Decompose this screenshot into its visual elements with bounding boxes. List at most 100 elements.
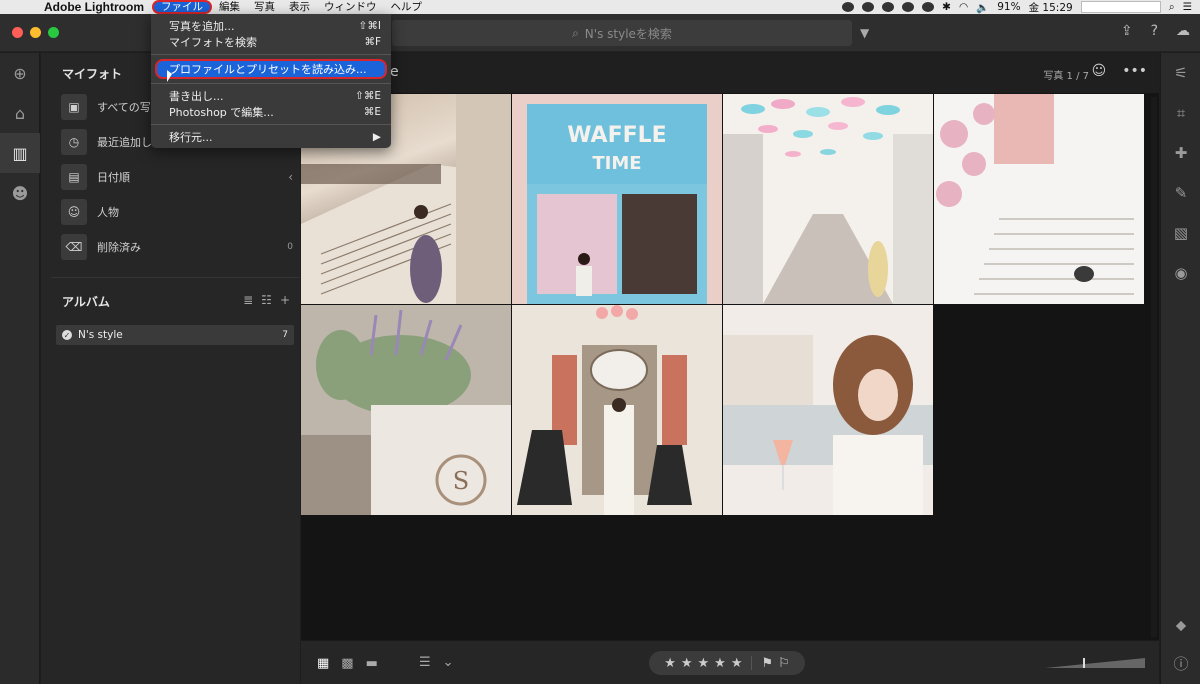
menu-file[interactable]: ファイル (151, 0, 212, 14)
album-tools: ≣ ☷ + (243, 293, 290, 307)
cloud-icon[interactable]: ☁ (1176, 23, 1190, 39)
search-icon: ⌕ (572, 25, 579, 40)
sidebar-item-label: 人物 (97, 206, 119, 219)
menu-item-edit-in-photoshop[interactable]: Photoshop で編集... ⌘E (151, 104, 391, 120)
radial-gradient-icon[interactable]: ◉ (1161, 253, 1200, 293)
minimize-window-button[interactable] (30, 27, 41, 38)
thumbnail-size-slider[interactable] (1045, 658, 1145, 668)
photo-tile-umbrella-street[interactable] (723, 94, 933, 304)
control-center-icon[interactable]: ☰ (1183, 1, 1192, 13)
menu-item-label: 書き出し... (169, 90, 224, 103)
photo-tile-restaurant-facade[interactable] (512, 305, 722, 515)
star-2-icon[interactable]: ★ (681, 656, 693, 671)
info-icon[interactable]: ⓘ (1161, 643, 1200, 683)
help-icon[interactable]: ? (1151, 23, 1158, 39)
trash-icon: ⌫ (61, 234, 87, 260)
spotlight-icon[interactable]: ⌕ (1169, 1, 1175, 14)
photo-tile-waffle-time[interactable]: WAFFLE TIME (512, 94, 722, 304)
photo-tile-lakeside-wine[interactable] (723, 305, 933, 515)
add-photos-icon[interactable]: ⊕ (0, 53, 40, 93)
zoom-window-button[interactable] (48, 27, 59, 38)
menu-separator (151, 54, 391, 55)
menu-item-label: マイフォトを検索 (169, 36, 257, 49)
vpn-icon[interactable] (862, 2, 875, 12)
menu-help[interactable]: ヘルプ (383, 0, 429, 14)
left-rail: ⊕ ⌂ ▥ ☻ (0, 53, 40, 684)
star-5-icon[interactable]: ★ (731, 656, 743, 671)
view-mode-icons: ▦ ▩ ▬ (317, 656, 378, 671)
crop-icon[interactable]: ⌗ (1161, 93, 1200, 133)
app-name-menu[interactable]: Adobe Lightroom (44, 0, 144, 14)
star-4-icon[interactable]: ★ (714, 656, 726, 671)
grid-scrollbar[interactable] (1151, 97, 1157, 637)
waffle-shop-image: WAFFLE TIME (512, 94, 722, 304)
battery-percent[interactable]: 91% (997, 1, 1020, 13)
person-icon: ☺ (61, 199, 87, 225)
photo-tile-lavender-planter[interactable]: S (301, 305, 511, 515)
healing-icon[interactable]: ✚ (1161, 133, 1200, 173)
pick-flag-icon[interactable]: ⚑ (761, 656, 773, 671)
search-input[interactable]: ⌕ N's styleを検索 (392, 20, 852, 46)
menu-item-export[interactable]: 書き出し... ⇧⌘E (151, 88, 391, 104)
home-icon[interactable]: ⌂ (0, 93, 40, 133)
clock-icon: ◷ (61, 129, 87, 155)
submenu-arrow-icon: ▶ (372, 131, 381, 143)
compact-list-icon[interactable]: ☷ (261, 293, 272, 307)
square-grid-view-icon[interactable]: ▩ (341, 656, 353, 671)
creative-cloud-icon[interactable] (842, 2, 855, 12)
filter-icon[interactable]: ▼ (860, 26, 874, 40)
more-icon[interactable]: ••• (1122, 63, 1147, 79)
sidebar-item-by-date[interactable]: ▤ 日付順 ‹ (61, 163, 293, 191)
onepassword-icon[interactable] (882, 2, 895, 12)
library-icon[interactable]: ▥ (0, 133, 40, 173)
edit-sliders-icon[interactable]: ⚟ (1161, 53, 1200, 93)
menubar-search-field[interactable] (1080, 1, 1161, 13)
sidebar-item-label: すべての写 (97, 101, 151, 114)
photo-tile-white-stairs[interactable] (934, 94, 1144, 304)
photo-count: 写真 1 / 7 (1043, 71, 1089, 82)
menu-view[interactable]: 表示 (282, 0, 317, 14)
menu-photo[interactable]: 写真 (247, 0, 282, 14)
sidebar-item-deleted[interactable]: ⌫ 削除済み 0 (61, 233, 293, 261)
menu-item-add-photos[interactable]: 写真を追加... ⇧⌘I (151, 18, 391, 34)
photo-grid: WAFFLE TIME S (301, 94, 1146, 515)
lavender-planter-image: S (301, 305, 511, 515)
detail-view-icon[interactable]: ▬ (366, 656, 378, 671)
add-album-icon[interactable]: + (280, 293, 290, 307)
menu-item-label: 写真を追加... (169, 20, 235, 33)
grid-header-icons: ☺ ••• (1092, 63, 1147, 79)
star-1-icon[interactable]: ★ (664, 656, 676, 671)
restaurant-facade-image (512, 305, 722, 515)
menu-item-shortcut: ⌘F (364, 36, 381, 48)
linear-gradient-icon[interactable]: ▧ (1161, 213, 1200, 253)
star-3-icon[interactable]: ★ (698, 656, 710, 671)
time-machine-icon[interactable] (922, 2, 935, 12)
photo-grid-view-icon[interactable]: ▦ (317, 656, 329, 671)
people-icon[interactable]: ☻ (0, 173, 40, 213)
menu-window[interactable]: ウィンドウ (317, 0, 384, 14)
tag-icon[interactable]: ⬥ (1161, 605, 1200, 645)
traffic-lights (12, 27, 59, 38)
list-view-icon[interactable]: ≣ (243, 293, 253, 307)
wifi-icon[interactable]: ◠ (959, 1, 968, 13)
menu-item-import-profiles-presets[interactable]: プロファイルとプリセットを読み込み... (155, 59, 387, 79)
brush-icon[interactable]: ✎ (1161, 173, 1200, 213)
menu-edit[interactable]: 編集 (212, 0, 247, 14)
sidebar-item-people[interactable]: ☺ 人物 (61, 198, 293, 226)
sort-icon[interactable]: ☰ (419, 655, 431, 670)
calendar-icon: ▤ (61, 164, 87, 190)
menu-item-migrate-from[interactable]: 移行元... ▶ (151, 129, 391, 145)
close-window-button[interactable] (12, 27, 23, 38)
reject-flag-icon[interactable]: ⚐ (778, 656, 790, 671)
album-row-ns-style[interactable]: ✓ N's style 7 (56, 325, 294, 345)
add-person-icon[interactable]: ☺ (1092, 63, 1107, 79)
chevron-left-icon[interactable]: ‹ (288, 170, 293, 184)
share-icon[interactable]: ⇪ (1121, 23, 1133, 39)
chevron-down-icon[interactable]: ⌄ (443, 655, 454, 670)
album-title: e (390, 64, 399, 80)
clock[interactable]: 金 15:29 (1029, 0, 1073, 15)
volume-icon[interactable]: 🔈 (976, 1, 989, 14)
menu-item-search-my-photos[interactable]: マイフォトを検索 ⌘F (151, 34, 391, 50)
bluetooth-icon[interactable]: ✱ (942, 1, 951, 13)
dropbox-icon[interactable] (902, 2, 915, 12)
